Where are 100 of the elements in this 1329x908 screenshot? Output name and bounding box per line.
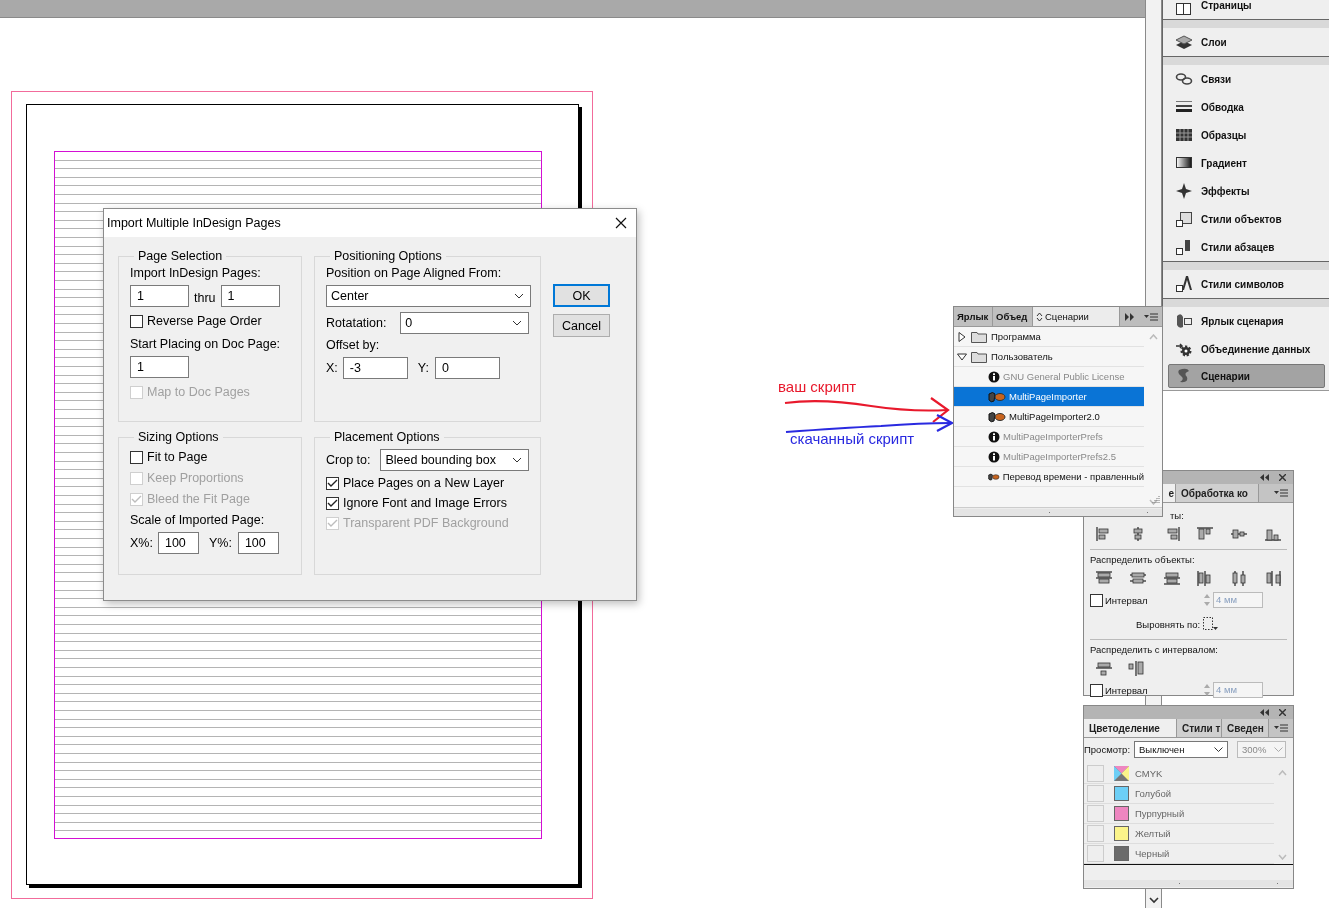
panel-tab[interactable]: Ярлык: [954, 307, 993, 326]
script-item[interactable]: MultiPageImporter2.0: [954, 407, 1144, 427]
panel-grip[interactable]: [1163, 261, 1329, 270]
panel-grip[interactable]: [1163, 19, 1329, 28]
selection-dropdown-icon[interactable]: [1202, 616, 1219, 632]
crop-dropdown[interactable]: Bleed bounding box: [380, 449, 529, 471]
spacing-icon[interactable]: [1127, 660, 1145, 676]
panel-tab[interactable]: Сведен: [1222, 719, 1269, 737]
start-page-field[interactable]: 1: [130, 356, 189, 378]
panel-item[interactable]: Страницы: [1163, 0, 1329, 19]
checkmark-icon: [327, 477, 338, 489]
scale-y-field[interactable]: 100: [237, 532, 279, 554]
panel-menu-icon[interactable]: [1274, 724, 1288, 732]
field-label: X%:: [130, 536, 153, 550]
page-from-field[interactable]: 1: [130, 285, 189, 307]
chain-icon: [1175, 70, 1193, 88]
rotation-dropdown[interactable]: 0: [400, 312, 529, 334]
chevron-down-icon[interactable]: [1149, 897, 1159, 904]
annotation-label: скачанный скрипт: [790, 430, 915, 447]
resize-grip-icon[interactable]: [1150, 495, 1160, 505]
field-label: Start Placing on Doc Page:: [130, 337, 282, 351]
sizing-checkbox[interactable]: Fit to Page: [130, 450, 290, 464]
ink-name: Пурпурный: [1135, 808, 1185, 819]
spacing-checkbox[interactable]: Интервал: [1090, 593, 1203, 607]
script-item[interactable]: MultiPageImporterPrefs2.5: [954, 447, 1144, 467]
script-item[interactable]: Перевод времени - правленный: [954, 467, 1144, 487]
spacing-icon[interactable]: [1095, 660, 1113, 676]
panel-tab[interactable]: Стили т: [1177, 719, 1222, 737]
placement-checkbox[interactable]: Place Pages on a New Layer: [326, 476, 529, 490]
panel-grip[interactable]: [954, 509, 1162, 516]
cmyk-swatch-icon: [1114, 766, 1129, 781]
distribute-icon[interactable]: [1128, 570, 1147, 586]
panel-item[interactable]: Ярлык сценария: [1163, 307, 1329, 335]
panel-item[interactable]: Эффекты: [1163, 177, 1329, 205]
field-label: thru: [194, 291, 216, 305]
panel-item[interactable]: Образцы: [1163, 121, 1329, 149]
panel-grip[interactable]: [1084, 880, 1293, 887]
view-dropdown[interactable]: Выключен: [1134, 740, 1229, 758]
panel-tab[interactable]: Цветоделение: [1084, 719, 1177, 737]
page-to-field[interactable]: 1: [220, 285, 280, 307]
script-icon: [988, 390, 1006, 403]
expand-icon[interactable]: [1125, 313, 1135, 321]
chevron-down-icon: [514, 293, 524, 299]
scroll-down-icon[interactable]: [1149, 499, 1158, 505]
panel-item[interactable]: Стили объектов: [1163, 205, 1329, 233]
distribute-icon[interactable]: [1162, 570, 1181, 586]
script-item[interactable]: MultiPageImporter: [954, 387, 1144, 407]
panel-menu-icon[interactable]: [1144, 313, 1158, 321]
visibility-checkbox[interactable]: [1087, 825, 1104, 842]
spinner-icon[interactable]: [1203, 682, 1211, 698]
panel-grip[interactable]: [1163, 56, 1329, 65]
align-icon[interactable]: [1264, 526, 1282, 542]
spacing-checkbox[interactable]: Интервал: [1090, 683, 1203, 697]
reverse-order-checkbox[interactable]: Reverse Page Order: [130, 314, 290, 328]
distribute-icon[interactable]: [1095, 570, 1113, 586]
panel-tab[interactable]: Обработка ко: [1176, 484, 1259, 502]
scale-x-field[interactable]: 100: [157, 532, 199, 554]
distribute-icon[interactable]: [1230, 570, 1249, 586]
field-label: Import InDesign Pages:: [130, 266, 262, 280]
close-icon[interactable]: [1279, 709, 1286, 716]
align-icon[interactable]: [1196, 526, 1215, 542]
cancel-button[interactable]: Cancel: [553, 314, 610, 337]
panel-tab[interactable]: Объед: [993, 307, 1033, 326]
visibility-checkbox[interactable]: [1087, 805, 1104, 822]
panel-tab[interactable]: Сценарии: [1033, 307, 1120, 326]
panel-item[interactable]: Слои: [1163, 28, 1329, 56]
visibility-checkbox[interactable]: [1087, 785, 1104, 802]
close-icon[interactable]: [615, 217, 627, 229]
sparkle-icon: [1175, 182, 1193, 200]
placement-checkbox[interactable]: Ignore Font and Image Errors: [326, 496, 529, 510]
panel-grip[interactable]: [1163, 298, 1329, 307]
visibility-checkbox[interactable]: [1087, 845, 1104, 862]
collapsed-triangle-icon[interactable]: [957, 331, 967, 342]
field-label: Offset by:: [326, 338, 381, 352]
align-icon[interactable]: [1230, 526, 1249, 542]
align-dropdown[interactable]: Center: [326, 285, 531, 307]
folder-row[interactable]: Программа: [954, 327, 1144, 347]
collapse-icon[interactable]: [1260, 709, 1269, 716]
script-item[interactable]: MultiPageImporterPrefs: [954, 427, 1144, 447]
visibility-checkbox[interactable]: [1087, 765, 1104, 782]
folder-row[interactable]: Пользователь: [954, 347, 1144, 367]
panel-menu-icon[interactable]: [1274, 489, 1288, 497]
ok-button[interactable]: OK: [553, 284, 610, 307]
distribute-icon[interactable]: [1264, 570, 1282, 586]
panel-item[interactable]: Стили символов: [1163, 270, 1329, 298]
panel-item[interactable]: Градиент: [1163, 149, 1329, 177]
collapse-icon[interactable]: [1260, 474, 1269, 481]
close-icon[interactable]: [1279, 474, 1286, 481]
panel-item[interactable]: Сценарии: [1168, 364, 1325, 388]
panel-item[interactable]: Стили абзацев: [1163, 233, 1329, 261]
panel-item[interactable]: Объединение данных: [1163, 335, 1329, 363]
chevron-down-icon: [512, 320, 522, 326]
expanded-triangle-icon[interactable]: [957, 351, 967, 362]
offset-y-field[interactable]: 0: [434, 357, 500, 379]
field-label: Position on Page Aligned From:: [326, 266, 503, 280]
panel-item[interactable]: Связи: [1163, 65, 1329, 93]
field-label: Y%:: [208, 536, 232, 550]
panel-item[interactable]: Обводка: [1163, 93, 1329, 121]
ink-name: Желтый: [1135, 828, 1171, 839]
offset-x-field[interactable]: -3: [342, 357, 408, 379]
